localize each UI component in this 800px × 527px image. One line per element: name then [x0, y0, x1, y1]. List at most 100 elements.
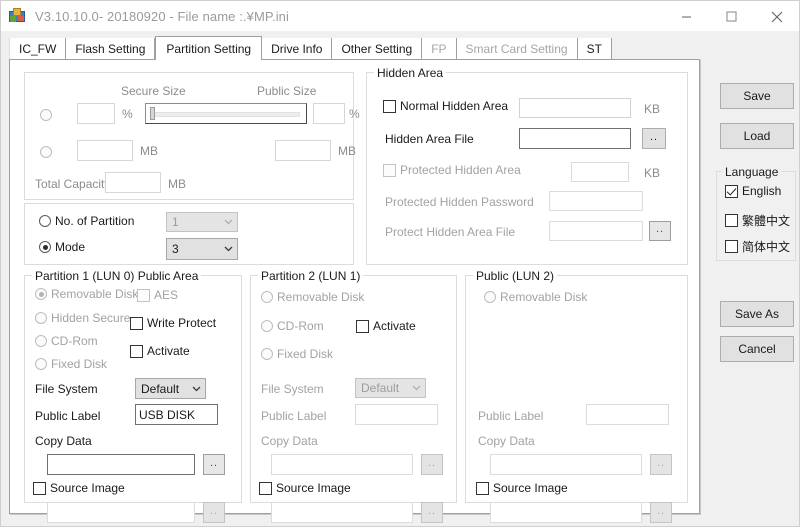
usb-tool-icon	[9, 8, 25, 24]
public-mb-input[interactable]	[275, 140, 331, 161]
checkbox-indicator	[259, 481, 272, 495]
total-capacity-label: Total Capacity	[35, 177, 111, 191]
partition1-public-label-label: Public Label	[35, 409, 101, 423]
protected-hidden-area-input[interactable]	[571, 162, 629, 182]
partition3-copy-data-label: Copy Data	[478, 434, 535, 448]
partition3-copy-data-input[interactable]	[490, 454, 642, 475]
hidden-area-title: Hidden Area	[374, 66, 447, 80]
save-button[interactable]: Save	[720, 83, 794, 109]
total-capacity-input[interactable]	[105, 172, 161, 193]
protected-hidden-area-checkbox: Protected Hidden Area	[383, 163, 521, 177]
protected-hidden-area-unit: KB	[644, 166, 661, 180]
protected-hidden-password-input[interactable]	[549, 191, 643, 211]
partition3-source-image-input[interactable]	[490, 502, 642, 523]
language-traditional-chinese-checkbox[interactable]: 繁體中文	[725, 212, 790, 229]
partition1-copy-data-label: Copy Data	[35, 434, 92, 448]
tab-label: Partition Setting	[166, 41, 252, 56]
radio-label: Fixed Disk	[277, 347, 334, 361]
tab-label: Drive Info	[271, 41, 323, 56]
protected-hidden-area-label: Protected Hidden Area	[400, 163, 521, 177]
partition1-write-protect-checkbox[interactable]: Write Protect	[130, 316, 216, 330]
file-system-value: Default	[361, 381, 400, 395]
partition1-removable-disk-radio: Removable Disk	[35, 287, 138, 301]
language-group: Language English 繁體中文 简体中文	[716, 165, 796, 261]
normal-hidden-area-label: Normal Hidden Area	[400, 99, 509, 113]
no-of-partition-label: No. of Partition	[55, 214, 135, 228]
partition1-cd-rom-radio: CD-Rom	[35, 334, 98, 348]
partition2-copy-data-input[interactable]	[271, 454, 413, 475]
partition1-public-label-input[interactable]	[135, 404, 218, 425]
normal-hidden-area-input[interactable]	[519, 98, 631, 118]
size-group: Secure Size Public Size % % MB MB Total …	[24, 72, 360, 200]
minimize-icon[interactable]	[664, 1, 709, 32]
slider-track	[152, 111, 300, 117]
partition3-source-image-checkbox[interactable]: Source Image	[476, 481, 568, 495]
cancel-button[interactable]: Cancel	[720, 336, 794, 362]
load-button[interactable]: Load	[720, 123, 794, 149]
checkbox-indicator	[383, 163, 396, 177]
mode-select[interactable]: 3	[166, 238, 238, 260]
tab-other-setting[interactable]: Other Setting	[332, 38, 423, 59]
partition-setting-page: Secure Size Public Size % % MB MB Total …	[9, 59, 700, 523]
partition1-hidden-secure-radio: Hidden Secure	[35, 311, 130, 325]
partition1-activate-checkbox[interactable]: Activate	[130, 344, 190, 358]
size-slider[interactable]	[145, 103, 307, 124]
radio-indicator	[484, 291, 496, 303]
tab-partition-setting[interactable]: Partition Setting	[155, 36, 263, 60]
tab-drive-info[interactable]: Drive Info	[262, 38, 333, 59]
mode-radio[interactable]: Mode	[39, 240, 85, 254]
public-percent-unit: %	[349, 107, 360, 121]
mode-value: 3	[172, 242, 179, 256]
hidden-area-file-browse-button[interactable]: ..	[642, 128, 666, 149]
chevron-down-icon[interactable]	[219, 246, 237, 252]
language-simplified-chinese-checkbox[interactable]: 简体中文	[725, 238, 790, 255]
tab-label: Other Setting	[341, 41, 413, 56]
checkbox-indicator	[137, 288, 150, 302]
partition2-file-system-select: Default	[355, 378, 426, 398]
partition2-title: Partition 2 (LUN 1)	[258, 269, 364, 283]
activate-label: Activate	[147, 344, 190, 358]
partition1-copy-data-browse-button[interactable]: ..	[203, 454, 225, 475]
partition1-source-image-checkbox[interactable]: Source Image	[33, 481, 125, 495]
protect-hidden-area-file-browse-button[interactable]: ..	[649, 221, 671, 241]
partition2-source-image-checkbox[interactable]: Source Image	[259, 481, 351, 495]
normal-hidden-area-checkbox[interactable]: Normal Hidden Area	[383, 99, 508, 113]
slider-thumb[interactable]	[150, 107, 155, 120]
chevron-down-icon[interactable]	[187, 386, 205, 392]
secure-percent-input[interactable]	[77, 103, 115, 124]
tab-st[interactable]: ST	[577, 38, 612, 59]
partition2-activate-checkbox[interactable]: Activate	[356, 319, 416, 333]
language-label: 简体中文	[742, 240, 791, 254]
partition1-copy-data-input[interactable]	[47, 454, 195, 475]
public-percent-input[interactable]	[313, 103, 345, 124]
protect-hidden-area-file-input[interactable]	[549, 221, 643, 241]
tab-label: IC_FW	[19, 41, 57, 56]
hidden-area-file-input[interactable]	[519, 128, 631, 149]
partition3-title: Public (LUN 2)	[473, 269, 558, 283]
radio-indicator	[39, 241, 51, 253]
partition3-public-label-input[interactable]	[586, 404, 669, 425]
partition1-fixed-disk-radio: Fixed Disk	[35, 357, 107, 371]
partition1-source-image-input[interactable]	[47, 502, 195, 523]
language-label: English	[742, 184, 782, 198]
secure-mb-input[interactable]	[77, 140, 133, 161]
tab-flash-setting[interactable]: Flash Setting	[66, 38, 156, 59]
partition2-source-image-input[interactable]	[271, 502, 413, 523]
source-image-label: Source Image	[276, 481, 351, 495]
maximize-icon[interactable]	[709, 1, 754, 32]
radio-indicator	[261, 320, 273, 332]
save-as-button[interactable]: Save As	[720, 301, 794, 327]
checkbox-indicator	[33, 481, 46, 495]
partition2-public-label-input[interactable]	[355, 404, 438, 425]
language-english-checkbox[interactable]: English	[725, 184, 781, 198]
close-icon[interactable]	[754, 1, 799, 32]
partition3-removable-disk-radio: Removable Disk	[484, 290, 587, 304]
no-of-partition-radio[interactable]: No. of Partition	[39, 214, 134, 228]
partition1-file-system-label: File System	[35, 382, 98, 396]
file-system-value: Default	[141, 381, 180, 396]
radio-label: CD-Rom	[277, 319, 324, 333]
chevron-down-icon	[219, 219, 237, 225]
protected-hidden-password-label: Protected Hidden Password	[385, 195, 534, 209]
tab-ic-fw[interactable]: IC_FW	[9, 38, 67, 59]
partition1-file-system-select[interactable]: Default	[135, 378, 206, 399]
